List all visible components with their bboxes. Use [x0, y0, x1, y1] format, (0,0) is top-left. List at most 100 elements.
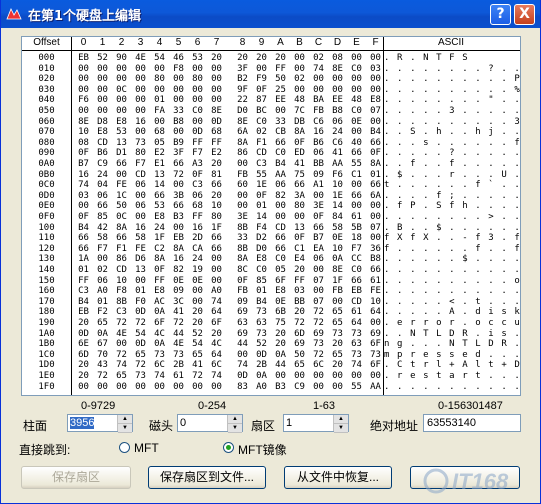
hex-byte[interactable]: 00	[367, 117, 384, 127]
hex-byte[interactable]: 20	[291, 265, 308, 275]
hex-byte[interactable]: 66	[208, 180, 225, 190]
hex-byte[interactable]: E8	[151, 212, 168, 222]
restore-from-file-button[interactable]: 从文件中恢复...	[284, 466, 392, 489]
hex-byte[interactable]: 00	[151, 64, 168, 74]
hex-byte[interactable]: 19	[189, 265, 206, 275]
hex-byte[interactable]: 20	[272, 339, 289, 349]
hex-byte[interactable]: 0E	[170, 276, 187, 286]
help-button[interactable]: ?	[490, 3, 511, 25]
hex-byte[interactable]: 66	[272, 233, 289, 243]
hex-byte[interactable]: 25	[272, 85, 289, 95]
hex-byte[interactable]: E2	[151, 148, 168, 158]
hex-byte[interactable]: 00	[132, 74, 149, 84]
hex-byte[interactable]: B8	[367, 254, 384, 264]
hex-byte[interactable]: EB	[75, 307, 92, 317]
hex-byte[interactable]: 6F	[367, 339, 384, 349]
hex-byte[interactable]: B4	[272, 159, 289, 169]
hex-byte[interactable]: 72	[310, 350, 327, 360]
hex-byte[interactable]: 5B	[348, 223, 365, 233]
hex-byte[interactable]: 68	[189, 201, 206, 211]
ascii-cell[interactable]: . . . . . . . . . . . . . . . .	[384, 286, 520, 296]
hex-byte[interactable]: 63	[348, 339, 365, 349]
hex-byte[interactable]: 75	[272, 318, 289, 328]
hex-byte[interactable]: F1	[113, 244, 130, 254]
hex-byte[interactable]: 00	[189, 286, 206, 296]
hex-byte[interactable]: 66	[75, 244, 92, 254]
hex-byte[interactable]: CD	[272, 223, 289, 233]
hex-byte[interactable]: 00	[208, 95, 225, 105]
hex-byte[interactable]: 73	[348, 350, 365, 360]
hex-byte[interactable]: 74	[310, 64, 327, 74]
ascii-cell[interactable]: . . . . . . . . > . . . . . a .	[384, 212, 520, 222]
hex-byte[interactable]: 16	[189, 223, 206, 233]
hex-byte[interactable]: C0	[272, 254, 289, 264]
save-sector-to-file-button[interactable]: 保存扇区到文件...	[148, 466, 266, 489]
hex-byte[interactable]: 00	[75, 85, 92, 95]
hex-byte[interactable]: 82	[170, 265, 187, 275]
hex-byte[interactable]: 80	[291, 201, 308, 211]
hex-byte[interactable]: 1F	[208, 223, 225, 233]
hex-byte[interactable]: 0C	[113, 212, 130, 222]
hex-byte[interactable]: B3	[272, 382, 289, 392]
ascii-cell[interactable]: . . . . . . . . . . % . . . . .	[384, 85, 520, 95]
hex-byte[interactable]: 2B	[170, 360, 187, 370]
hex-byte[interactable]: 80	[189, 74, 206, 84]
hex-byte[interactable]: 0F	[75, 148, 92, 158]
hex-byte[interactable]: 00	[329, 382, 346, 392]
hex-byte[interactable]: 53	[151, 201, 168, 211]
hex-byte[interactable]: 6D	[75, 350, 92, 360]
hex-byte[interactable]: 02	[291, 74, 308, 84]
hex-byte[interactable]: 02	[94, 265, 111, 275]
hex-byte[interactable]: 14	[151, 180, 168, 190]
hex-byte[interactable]: 00	[189, 297, 206, 307]
hex-byte[interactable]: 63	[253, 318, 270, 328]
hex-byte[interactable]: F6	[329, 170, 346, 180]
hex-byte[interactable]: 00	[367, 74, 384, 84]
hex-byte[interactable]: 16	[132, 223, 149, 233]
hex-byte[interactable]: 80	[208, 212, 225, 222]
hex-byte[interactable]: 00	[113, 382, 130, 392]
hex-byte[interactable]: 00	[189, 382, 206, 392]
hex-byte[interactable]: FF	[208, 138, 225, 148]
hex-byte[interactable]: 8B	[113, 297, 130, 307]
hex-byte[interactable]: F2	[94, 307, 111, 317]
hex-byte[interactable]: 64	[208, 350, 225, 360]
hex-byte[interactable]: 00	[348, 53, 365, 63]
hex-byte[interactable]: 66	[170, 201, 187, 211]
hex-byte[interactable]: 00	[189, 95, 206, 105]
hex-byte[interactable]: 0F	[310, 212, 327, 222]
hex-byte[interactable]: 83	[234, 382, 251, 392]
hex-byte[interactable]: 66	[151, 191, 168, 201]
hex-byte[interactable]: FE	[367, 286, 384, 296]
hex-byte[interactable]: 00	[151, 85, 168, 95]
hex-byte[interactable]: 6F	[208, 318, 225, 328]
hex-byte[interactable]: 00	[132, 64, 149, 74]
hex-byte[interactable]: B4	[253, 297, 270, 307]
hex-byte[interactable]: 73	[348, 329, 365, 339]
hex-byte[interactable]: F7	[94, 244, 111, 254]
hex-byte[interactable]: 02	[310, 53, 327, 63]
hex-byte[interactable]: 00	[348, 85, 365, 95]
hex-byte[interactable]: 8E	[75, 117, 92, 127]
hex-byte[interactable]: 67	[94, 339, 111, 349]
ascii-cell[interactable]: . . S . h . . h j . . . . $ . .	[384, 127, 520, 137]
hex-byte[interactable]: 06	[310, 148, 327, 158]
hex-byte[interactable]: 3F	[170, 148, 187, 158]
title-bar[interactable]: 在第1个硬盘上编辑 ? X	[1, 0, 540, 28]
hex-byte[interactable]: 00	[367, 233, 384, 243]
hex-byte[interactable]: 74	[348, 360, 365, 370]
hex-byte[interactable]: 00	[132, 191, 149, 201]
hex-byte[interactable]: 00	[291, 371, 308, 381]
hex-byte[interactable]: 24	[329, 127, 346, 137]
hex-byte[interactable]: 73	[170, 350, 187, 360]
hex-byte[interactable]: 00	[170, 95, 187, 105]
hex-byte[interactable]: 4E	[132, 53, 149, 63]
hex-byte[interactable]: 66	[94, 201, 111, 211]
hex-byte[interactable]: 61	[367, 276, 384, 286]
hex-byte[interactable]: 00	[113, 74, 130, 84]
hex-byte[interactable]: FE	[132, 244, 149, 254]
ascii-cell[interactable]: . C t r l + A l t + D e l . t o	[384, 360, 520, 370]
hex-byte[interactable]: 13	[132, 265, 149, 275]
hex-byte[interactable]: 13	[113, 138, 130, 148]
hex-byte[interactable]: AA	[272, 170, 289, 180]
